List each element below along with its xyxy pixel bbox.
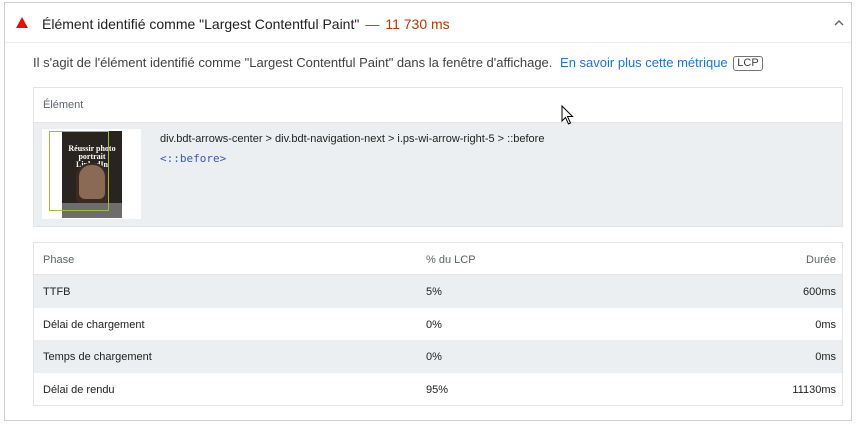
phase-table-header: Phase % du LCP Durée xyxy=(34,243,842,275)
lcp-element-highlight xyxy=(49,131,109,211)
row-percent: 0% xyxy=(426,351,442,363)
row-phase: Délai de chargement xyxy=(43,318,145,331)
fail-triangle-icon xyxy=(16,17,28,28)
node-selector-path: div.bdt-arrows-center > div.bdt-navigati… xyxy=(160,133,545,145)
row-duration: 600ms xyxy=(802,286,836,298)
node-snippet[interactable]: <::before> xyxy=(160,152,226,165)
element-row[interactable]: Réussir photo portrait LinkedIn div.bdt-… xyxy=(34,123,842,226)
header-phase: Phase xyxy=(43,254,75,266)
row-phase: Temps de chargement xyxy=(43,351,152,363)
lcp-badge: LCP xyxy=(733,56,763,71)
row-duration: 0ms xyxy=(815,351,836,363)
audit-title-text: Élément identifié comme "Largest Content… xyxy=(42,16,360,32)
row-phase: Délai de rendu xyxy=(43,383,115,396)
learn-more-link[interactable]: En savoir plus cette métrique xyxy=(560,55,728,70)
row-percent: 5% xyxy=(426,286,442,298)
lcp-audit-panel: Élément identifié comme "Largest Content… xyxy=(4,2,852,421)
row-percent: 0% xyxy=(426,318,442,331)
table-row: Temps de chargement 0% 0ms xyxy=(34,340,842,373)
table-row: Délai de rendu 95% 11130ms xyxy=(34,373,842,406)
header-duration: Durée xyxy=(806,254,836,266)
table-row: TTFB 5% 600ms xyxy=(34,275,842,308)
audit-display-value: 11 730 ms xyxy=(385,16,450,32)
description-text: Il s'agit de l'élément identifié comme "… xyxy=(33,55,553,70)
table-row: Délai de chargement 0% 0ms xyxy=(34,308,842,341)
mouse-pointer-icon xyxy=(561,105,574,125)
element-table: Élément Réussir photo portrait LinkedIn … xyxy=(33,87,843,227)
phase-table: Phase % du LCP Durée TTFB 5% 600ms Délai… xyxy=(33,242,843,406)
header-percent: % du LCP xyxy=(426,254,476,266)
element-table-header: Élément xyxy=(34,88,842,123)
audit-header[interactable]: Élément identifié comme "Largest Content… xyxy=(5,3,851,43)
row-duration: 0ms xyxy=(815,318,836,331)
chevron-up-icon[interactable] xyxy=(834,19,844,26)
row-percent: 95% xyxy=(426,383,449,396)
audit-title-separator: — xyxy=(365,16,380,32)
audit-title: Élément identifié comme "Largest Content… xyxy=(42,16,450,32)
row-duration: 11130ms xyxy=(792,383,836,396)
audit-description: Il s'agit de l'élément identifié comme "… xyxy=(33,55,763,71)
element-thumbnail: Réussir photo portrait LinkedIn xyxy=(42,129,141,219)
row-phase: TTFB xyxy=(43,286,71,298)
